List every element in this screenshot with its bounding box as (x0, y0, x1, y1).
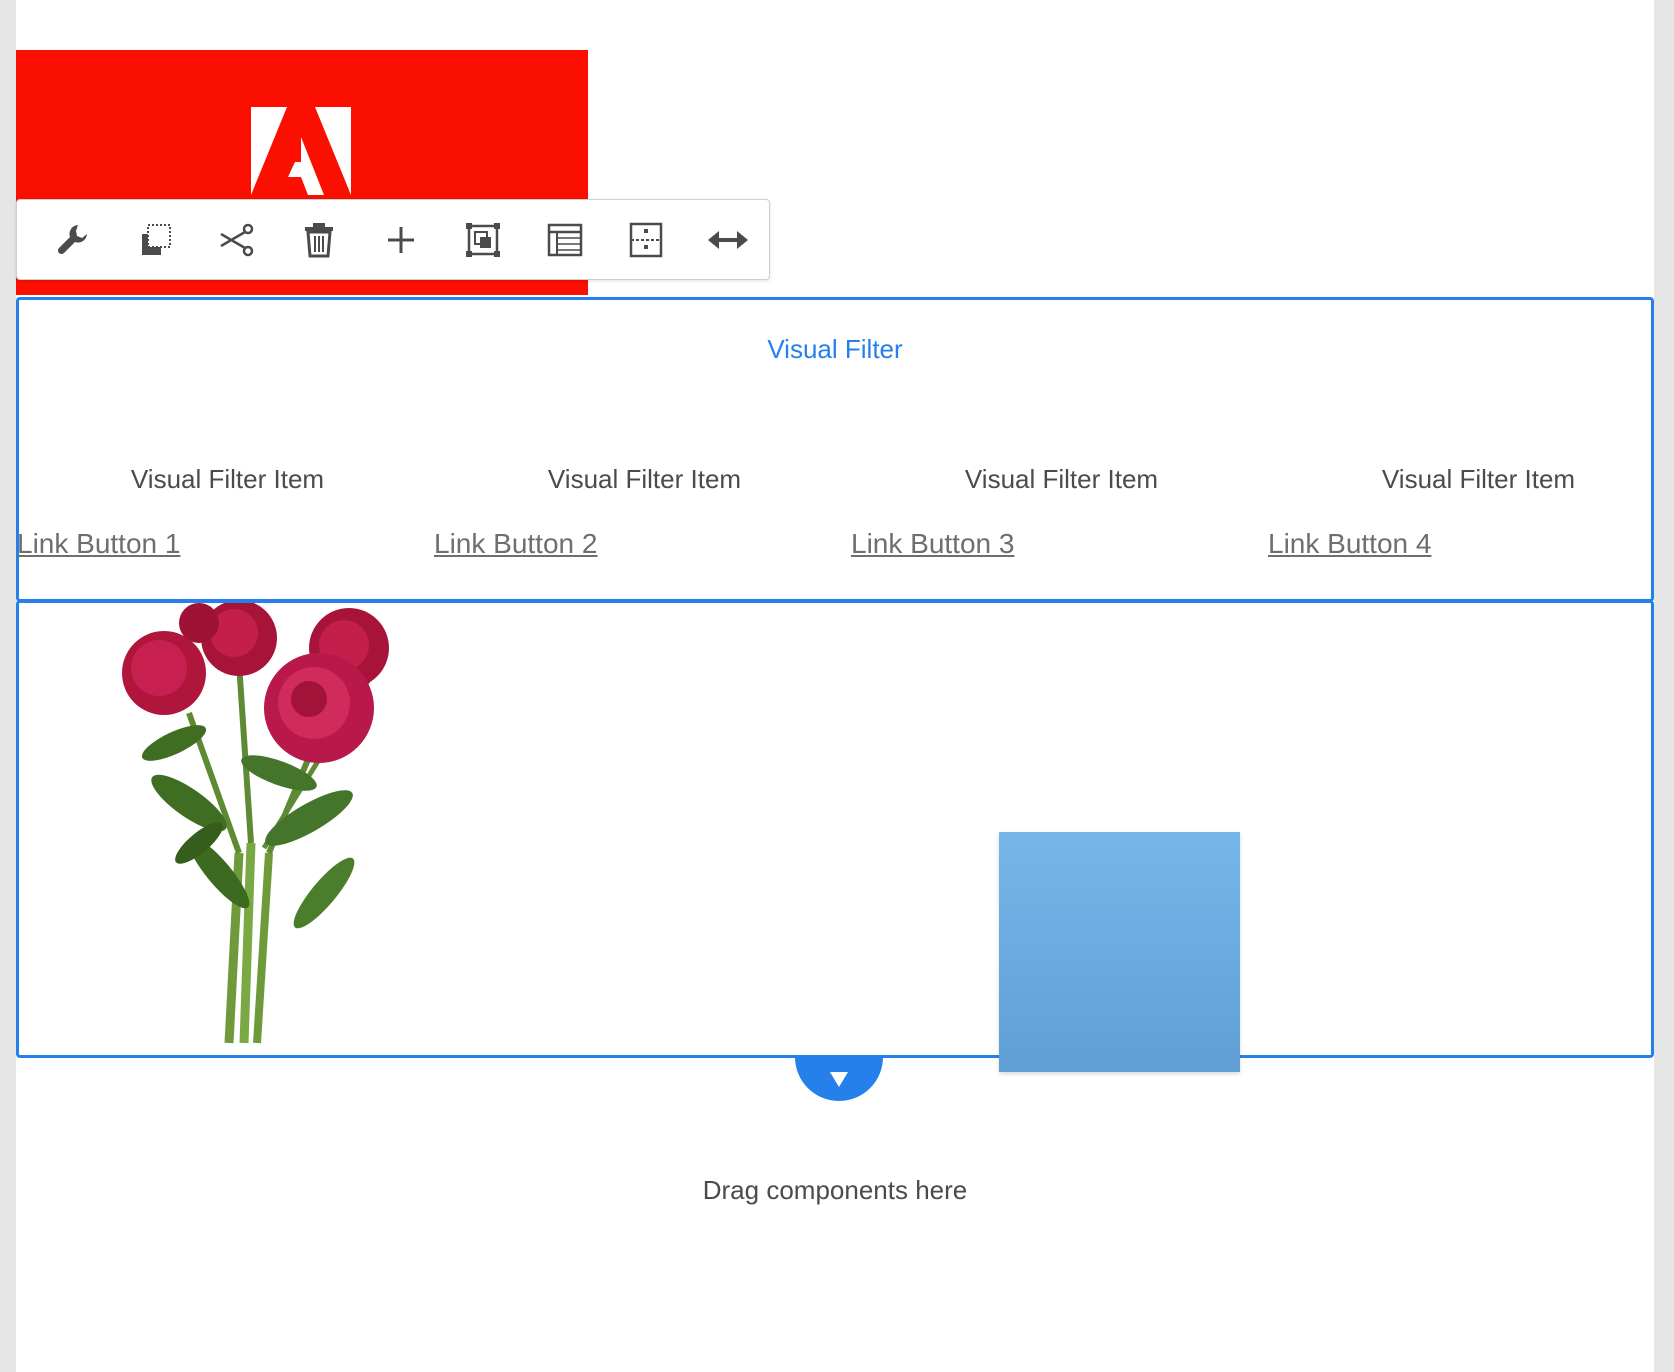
copy-icon (141, 223, 171, 255)
link-button-1[interactable]: Link Button 1 (17, 528, 180, 560)
cut-icon (220, 223, 254, 256)
drop-zone[interactable]: Drag components here (16, 1150, 1654, 1230)
triangle-down-icon (830, 1072, 848, 1087)
insert-component-button[interactable] (360, 208, 442, 272)
link-button-2[interactable]: Link Button 2 (434, 528, 597, 560)
wrench-icon (57, 224, 87, 254)
visual-filter-item-label: Visual Filter Item (1381, 464, 1576, 494)
layout-icon (547, 223, 582, 256)
dragged-component-placeholder[interactable] (999, 832, 1240, 1072)
visual-filter-title: Visual Filter (767, 334, 903, 364)
adobe-logo-icon (251, 107, 351, 195)
resize-button[interactable] (687, 208, 769, 272)
cut-button[interactable] (197, 208, 279, 272)
copy-button[interactable] (115, 208, 197, 272)
flower-bouquet-image (122, 603, 389, 1044)
visual-filter-item-label: Visual Filter Item (547, 464, 742, 494)
select-parent-button[interactable] (605, 208, 687, 272)
layout-button[interactable] (524, 208, 606, 272)
add-icon (388, 226, 415, 253)
link-button-4[interactable]: Link Button 4 (1268, 528, 1431, 560)
group-button[interactable] (442, 208, 524, 272)
visual-filter-component[interactable]: Visual Filter Visual Filter Item Visual … (16, 297, 1654, 602)
visual-filter-item-label: Visual Filter Item (130, 464, 325, 494)
group-icon (465, 222, 500, 257)
delete-button[interactable] (278, 208, 360, 272)
component-toolbar (16, 199, 770, 280)
delete-icon (305, 222, 334, 257)
parent-icon (630, 222, 663, 257)
resize-icon (708, 230, 749, 249)
configure-button[interactable] (33, 208, 115, 272)
link-button-3[interactable]: Link Button 3 (851, 528, 1014, 560)
visual-filter-item-label: Visual Filter Item (964, 464, 1159, 494)
image-component[interactable] (16, 600, 1654, 1058)
